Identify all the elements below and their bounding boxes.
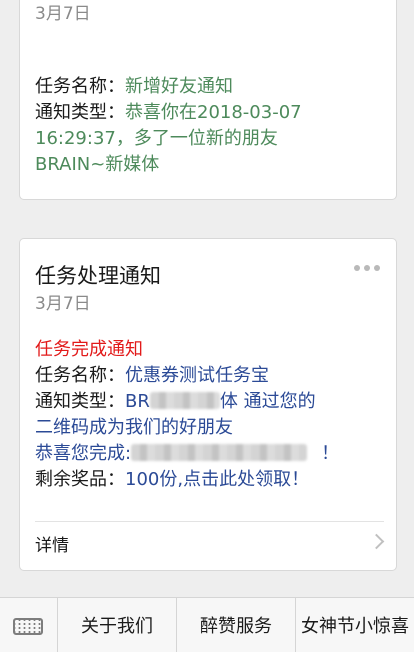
- details-link[interactable]: 详情: [35, 531, 69, 556]
- keyboard-toggle-button[interactable]: [0, 598, 58, 652]
- task-name-label: 任务名称：: [35, 76, 125, 97]
- task-name-value: 新增好友通知: [125, 76, 233, 97]
- notice-type-label: 通知类型：: [35, 391, 125, 412]
- menu-about-us[interactable]: 关于我们: [58, 598, 177, 652]
- menu-womens-day-surprise[interactable]: 女神节小惊喜: [296, 598, 414, 652]
- congrats-suffix: ！: [321, 443, 340, 464]
- card-title: 任务处理通知: [35, 264, 161, 288]
- more-options-icon[interactable]: [354, 265, 382, 273]
- card-body: 任务完成通知 任务名称：优惠券测试任务宝 通知类型：BR 体 通过您的 二维码成为…: [35, 337, 384, 493]
- prize-value: 100份,点击此处领取！: [125, 469, 310, 490]
- bottom-menu-bar: 关于我们 醉赞服务 女神节小惊喜: [0, 597, 414, 652]
- notice-type-value-line3: BRAIN~新媒体: [35, 154, 160, 175]
- card-date: 3月7日: [35, 294, 91, 314]
- chevron-right-icon: [368, 533, 385, 550]
- task-processing-notice-card[interactable]: 任务处理通知 3月7日 任务完成通知 任务名称：优惠券测试任务宝 通知类型：BR…: [19, 238, 397, 571]
- new-friend-notice-card: 3月7日 任务名称：新增好友通知 通知类型：恭喜你在2018-03-07 16:…: [19, 0, 397, 200]
- keyboard-icon: [13, 618, 43, 635]
- menu-services[interactable]: 醉赞服务: [177, 598, 296, 652]
- notice-type-value-line2: 16:29:37，多了一位新的朋友: [35, 128, 278, 149]
- task-name-value: 优惠券测试任务宝: [125, 365, 269, 386]
- notice-type-label: 通知类型：: [35, 102, 125, 123]
- divider: [35, 521, 384, 522]
- notice-type-value-suffix: 体 通过您的: [219, 391, 316, 412]
- notice-line2: 二维码成为我们的好朋友: [35, 417, 233, 438]
- blurred-text: [149, 392, 220, 409]
- blurred-text: [131, 444, 308, 461]
- card-date: 3月7日: [35, 4, 91, 24]
- task-name-label: 任务名称：: [35, 365, 125, 386]
- congrats-prefix: 恭喜您完成:: [35, 443, 132, 464]
- completion-headline: 任务完成通知: [35, 339, 143, 360]
- prize-label: 剩余奖品：: [35, 469, 125, 490]
- card-body: 任务名称：新增好友通知 通知类型：恭喜你在2018-03-07 16:29:37…: [35, 74, 384, 178]
- notice-type-value-line1: 恭喜你在2018-03-07: [125, 102, 302, 123]
- notice-type-value-prefix: BR: [125, 391, 150, 412]
